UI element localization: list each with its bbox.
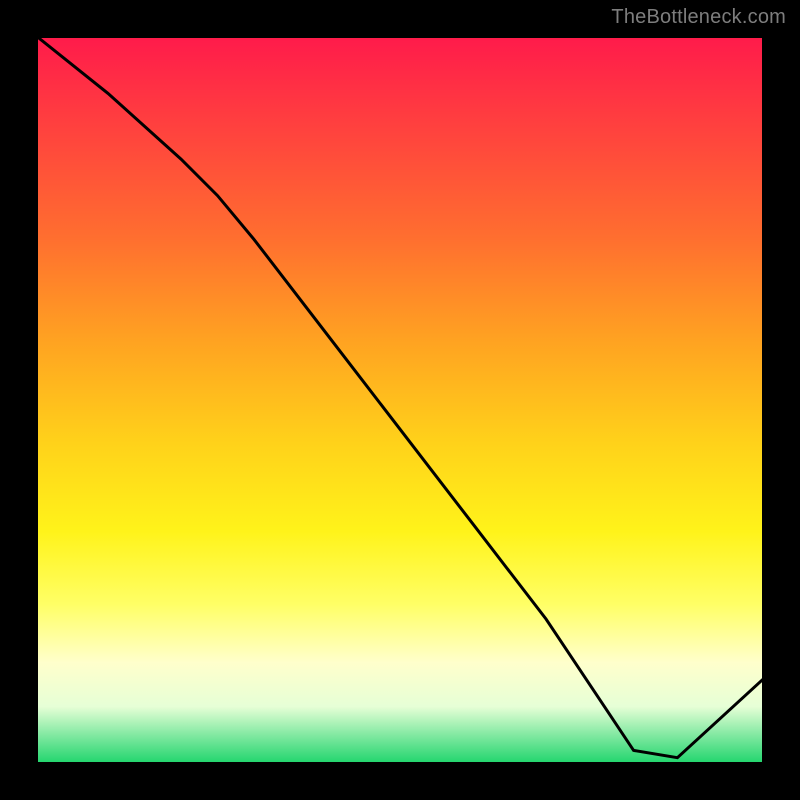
attribution-label: TheBottleneck.com [611,6,786,29]
chart-container: TheBottleneck.com [0,0,800,800]
plot-frame [35,35,765,765]
line-chart-svg [35,35,765,765]
chart-line [35,35,765,758]
